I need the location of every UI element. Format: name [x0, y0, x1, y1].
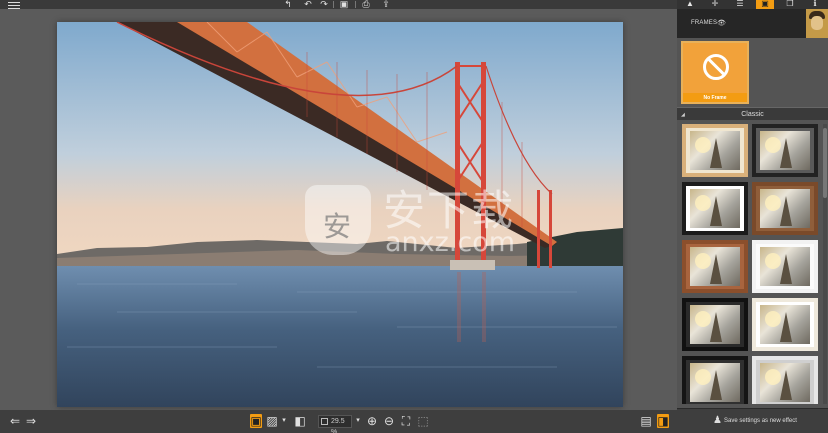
zoom-out-icon[interactable]: ⊖ — [383, 414, 395, 428]
adjust-icon[interactable]: ☰ — [731, 0, 749, 9]
info-icon[interactable]: ℹ — [806, 0, 824, 9]
save-icon[interactable]: ▣ — [338, 0, 350, 9]
scrollbar-thumb[interactable] — [823, 128, 827, 198]
frame-preview-image — [760, 305, 810, 344]
frames-panel: FRAMES 👁 No Frame ◢ Classic ♟ Save setti… — [677, 9, 828, 433]
undo-icon[interactable]: ↶ — [302, 0, 314, 9]
frame-preview-image — [690, 131, 740, 170]
rotate-left-icon[interactable]: ↰ — [282, 0, 294, 9]
layers-icon[interactable]: ❐ — [781, 0, 799, 9]
toolbar-divider — [333, 1, 334, 8]
back-icon[interactable]: ⇐ — [8, 414, 22, 428]
frames-header: FRAMES 👁 — [677, 9, 828, 38]
light-icon[interactable]: ▲ — [681, 0, 699, 9]
light-frame[interactable] — [752, 356, 818, 404]
export-icon[interactable]: ▤ — [640, 414, 652, 428]
frame-preview-image — [690, 189, 740, 228]
zoom-dropdown-icon[interactable]: ▾ — [354, 414, 362, 428]
actual-size-icon[interactable]: ⬚ — [417, 414, 429, 428]
light-wood-frame[interactable] — [682, 124, 748, 177]
frame-preview-image — [690, 363, 740, 402]
frames-icon[interactable]: ▣ — [756, 0, 774, 9]
crop-icon[interactable]: ✛ — [706, 0, 724, 9]
save-effect-label: Save settings as new effect — [724, 418, 797, 424]
zoom-level-value: 29.5 % — [331, 418, 345, 433]
frame-thumbnails — [677, 124, 828, 404]
black-white-frame[interactable] — [682, 182, 748, 235]
zoom-frame-icon — [321, 418, 328, 425]
top-toolbar: ↰ ↶ ↷ ▣ ⎙ ⇪ — [0, 0, 677, 9]
avatar[interactable] — [806, 9, 828, 38]
fit-screen-icon[interactable]: ⛶ — [400, 414, 412, 428]
frame-preview-image — [760, 131, 810, 170]
hamburger-icon[interactable] — [8, 0, 20, 9]
black-thin-frame[interactable] — [682, 356, 748, 404]
cream-frame[interactable] — [752, 298, 818, 351]
frame-preview-image — [690, 305, 740, 344]
black-frame[interactable] — [682, 298, 748, 351]
print-icon[interactable]: ⎙ — [360, 0, 372, 9]
classic-section-header[interactable]: ◢ Classic — [677, 107, 828, 120]
section-title: Classic — [741, 111, 764, 118]
eye-icon[interactable]: 👁 — [717, 19, 726, 27]
brown-wood-frame[interactable] — [752, 182, 818, 235]
photo-preview — [57, 22, 623, 407]
image-canvas[interactable]: 安 安下载 anxz.com — [0, 9, 677, 410]
forward-icon[interactable]: ⇒ — [24, 414, 38, 428]
save-effect-icon: ♟ — [713, 415, 722, 426]
single-view-icon[interactable]: ▣ — [250, 414, 262, 428]
frame-preview-image — [760, 363, 810, 402]
save-effect-button[interactable]: ♟ Save settings as new effect — [677, 408, 828, 433]
frame-preview-image — [760, 247, 810, 286]
white-frame[interactable] — [752, 240, 818, 293]
fit-view-icon[interactable]: ▨ — [266, 414, 278, 428]
panel-toggle-icon[interactable]: ◨ — [657, 414, 669, 428]
right-panel-tabs: ▲ ✛ ☰ ▣ ❐ ℹ — [677, 0, 828, 9]
scrollbar[interactable] — [823, 124, 827, 404]
zoom-in-icon[interactable]: ⊕ — [366, 414, 378, 428]
frames-title: FRAMES — [691, 20, 718, 26]
bottom-toolbar: ⇐ ⇒ ▣ ▨ ▾ ◧ 29.5 % ▾ ⊕ ⊖ ⛶ ⬚ ▤ ◨ — [0, 410, 677, 433]
view-dropdown-icon[interactable]: ▾ — [280, 414, 288, 428]
frame-preview-image — [690, 247, 740, 286]
redo-icon[interactable]: ↷ — [318, 0, 330, 9]
zoom-level-field[interactable]: 29.5 % — [318, 415, 352, 433]
no-frame-label: No Frame — [703, 95, 727, 101]
ban-icon — [703, 54, 729, 80]
share-icon[interactable]: ⇪ — [380, 0, 392, 9]
ornate-brown-frame[interactable] — [682, 240, 748, 293]
no-frame-option[interactable]: No Frame — [681, 41, 749, 104]
dark-frame[interactable] — [752, 124, 818, 177]
compare-icon[interactable]: ◧ — [294, 414, 306, 428]
frame-preview-image — [760, 189, 810, 228]
toolbar-divider — [355, 1, 356, 8]
